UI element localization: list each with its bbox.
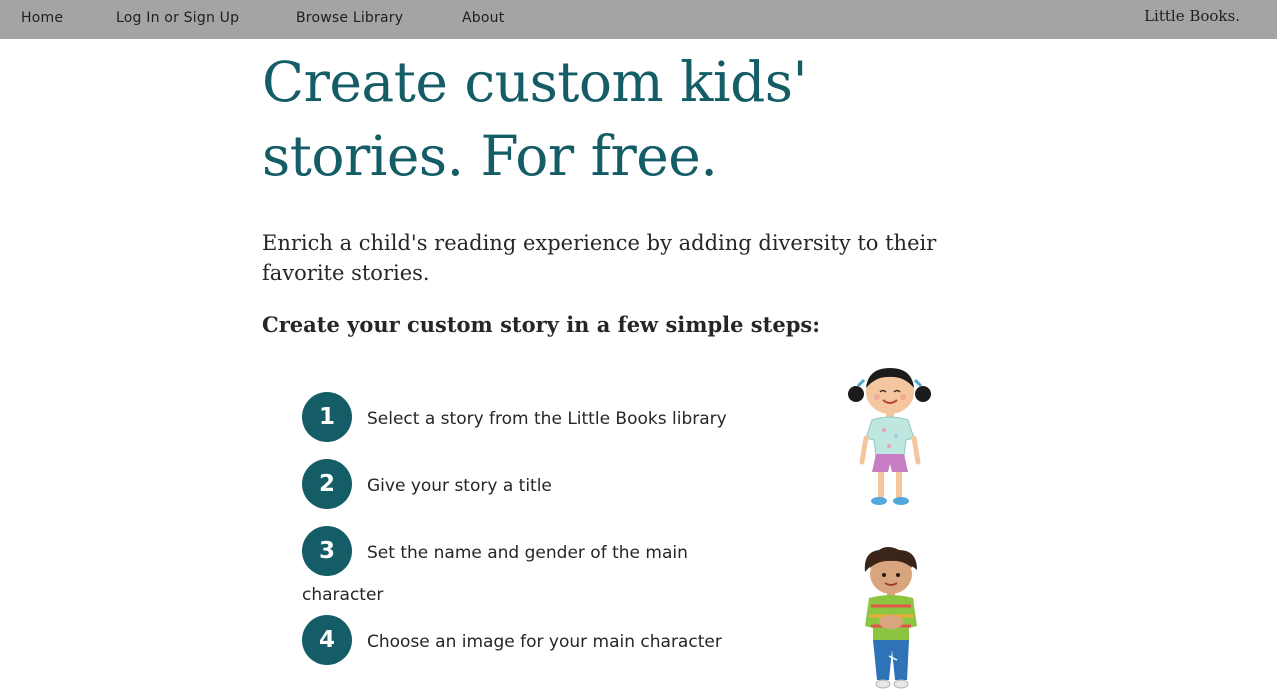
step-text: Select a story from the Little Books lib… [367,409,727,429]
nav-about-link[interactable]: About [462,10,504,26]
step-number-badge: 4 [302,615,352,665]
girl-character-illustration [848,368,931,505]
step-number-badge: 3 [302,526,352,576]
intro-paragraph: Enrich a child's reading experience by a… [262,231,937,285]
step-text: Give your story a title [367,476,552,496]
step-text-continuation: character [302,585,384,605]
nav-login-signup-link[interactable]: Log In or Sign Up [116,10,239,26]
step-number-badge: 1 [302,392,352,442]
hero-title-line-2: stories. For free. [262,124,718,188]
steps-heading: Create your custom story in a few simple… [262,312,820,337]
step-text: Choose an image for your main character [367,632,722,652]
top-nav-bar: Home Log In or Sign Up Browse Library Ab… [0,0,1277,39]
nav-browse-library-link[interactable]: Browse Library [296,10,403,26]
step-text: Set the name and gender of the main [367,543,688,563]
brand-logo-text[interactable]: Little Books. [1144,7,1240,25]
hero-title-line-1: Create custom kids' [262,50,808,114]
boy-character-illustration [864,547,917,689]
hero-title: Create custom kids' stories. For free. [262,45,882,193]
step-number-badge: 2 [302,459,352,509]
nav-home-link[interactable]: Home [21,10,63,26]
